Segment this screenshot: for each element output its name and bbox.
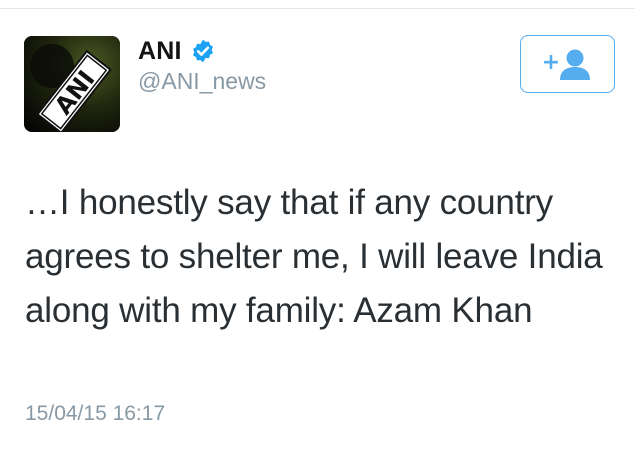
top-divider [0, 8, 635, 9]
follow-button[interactable]: + [520, 35, 615, 93]
follow-plus-symbol: + [542, 50, 560, 75]
author-handle[interactable]: @ANI_news [138, 68, 266, 95]
verified-badge-icon [190, 38, 216, 64]
author-name-row: ANI [138, 34, 216, 68]
add-user-icon: + [542, 49, 590, 80]
avatar[interactable]: ANI [24, 36, 120, 132]
tweet-text: …I honestly say that if any country agre… [25, 183, 603, 330]
tweet-timestamp[interactable]: 15/04/15 16:17 [25, 402, 165, 426]
ani-logo-icon: ANI [24, 36, 120, 132]
author-display-name[interactable]: ANI [138, 37, 182, 66]
